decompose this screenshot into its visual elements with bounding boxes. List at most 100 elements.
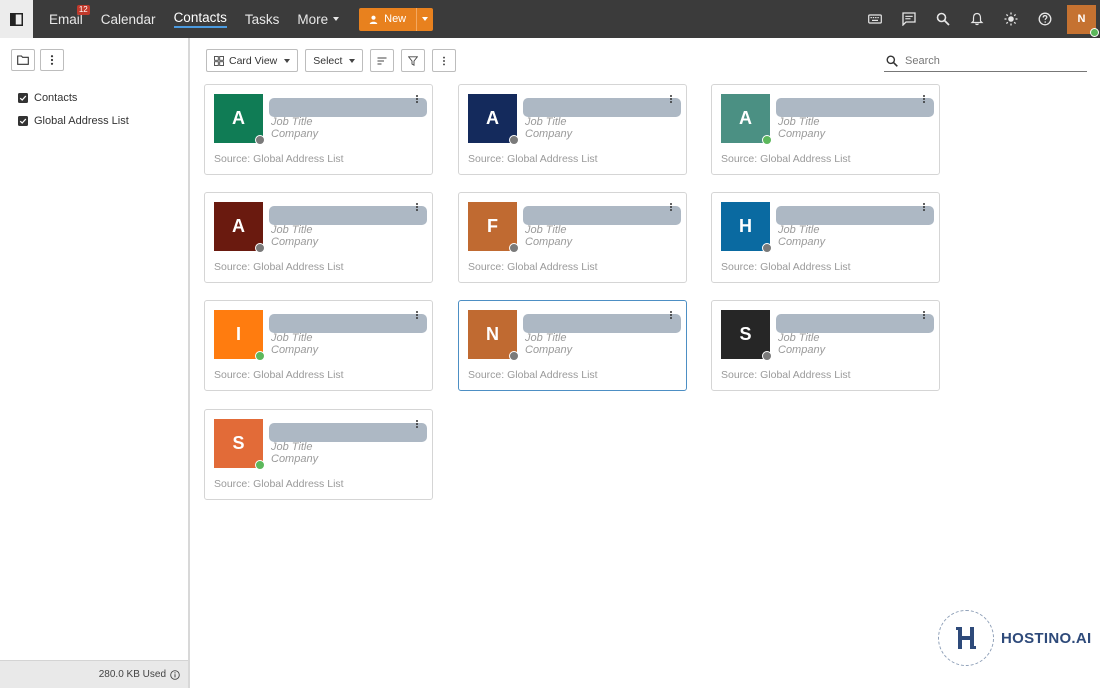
contact-avatar: A	[214, 94, 265, 145]
contact-card[interactable]: F Job Title Company Source: Global Address …	[458, 192, 687, 283]
nav-contacts[interactable]: Contacts	[173, 0, 227, 38]
quota-label: 280.0 KB Used	[98, 669, 166, 680]
contact-company: Company	[525, 344, 573, 356]
folder-contacts-checkbox[interactable]	[18, 92, 28, 103]
contact-avatar: H	[721, 202, 772, 253]
folder-options-button[interactable]	[40, 49, 64, 71]
contact-job-title: Job Title	[778, 224, 820, 236]
more-vertical-icon	[50, 55, 54, 65]
folder-global-address-list[interactable]: Global Address List	[0, 109, 188, 132]
new-dropdown-button[interactable]	[416, 7, 434, 31]
view-mode-dropdown[interactable]: Card View	[206, 49, 299, 72]
new-contact-button[interactable]: New	[359, 7, 417, 31]
person-icon	[369, 15, 378, 24]
folder-contacts[interactable]: Contacts	[0, 86, 188, 109]
sort-button[interactable]	[370, 49, 395, 72]
contact-avatar: F	[468, 202, 519, 253]
contact-company: Company	[778, 128, 826, 140]
chevron-down-icon	[422, 17, 429, 21]
contact-initial: S	[232, 433, 245, 453]
presence-indicator	[255, 351, 265, 361]
sidebar-toggle-button[interactable]	[0, 0, 33, 38]
more-actions-button[interactable]	[432, 49, 457, 72]
contact-initial: A	[232, 216, 245, 236]
contact-card[interactable]: A Job Title Company Source: Global Address …	[204, 192, 433, 283]
nav-tasks[interactable]: Tasks	[245, 0, 280, 38]
contact-card[interactable]: S Job Title Company Source: Global Address …	[711, 300, 940, 391]
contact-card[interactable]: N Job Title Company Source: Global Address …	[458, 300, 687, 391]
card-menu-button[interactable]	[415, 203, 418, 212]
contact-card[interactable]: A Job Title Company Source: Global Address …	[711, 84, 940, 175]
chat-button[interactable]	[892, 0, 926, 38]
contact-name-redacted	[523, 314, 681, 333]
contact-card[interactable]: H Job Title Company Source: Global Address …	[711, 192, 940, 283]
contact-card[interactable]: A Job Title Company Source: Global Address …	[204, 84, 433, 175]
help-button[interactable]	[1028, 0, 1062, 38]
card-menu-button[interactable]	[922, 95, 925, 104]
notifications-button[interactable]	[960, 0, 994, 38]
contact-avatar: S	[214, 419, 265, 470]
logo-text: HOSTINO.AI	[1001, 629, 1092, 647]
contact-card[interactable]: A Job Title Company Source: Global Address …	[458, 84, 687, 175]
nav-email[interactable]: Email 12	[49, 0, 90, 38]
logo-mark	[938, 610, 994, 666]
presence-indicator	[762, 351, 772, 361]
nav-contacts-label: Contacts	[173, 10, 227, 28]
contact-card[interactable]: I Job Title Company Source: Global Address …	[204, 300, 433, 391]
contact-job-title: Job Title	[271, 332, 313, 344]
user-avatar-button[interactable]: N	[1067, 4, 1099, 37]
nav-more-label: More	[297, 11, 329, 27]
filter-icon	[408, 55, 419, 66]
contact-company: Company	[271, 236, 319, 248]
contacts-toolbar: Card View Select	[206, 49, 463, 72]
theme-toggle-button[interactable]	[994, 0, 1028, 38]
contact-avatar: A	[468, 94, 519, 145]
card-menu-button[interactable]	[922, 311, 925, 320]
card-menu-button[interactable]	[415, 311, 418, 320]
contact-company: Company	[525, 128, 573, 140]
card-menu-button[interactable]	[922, 203, 925, 212]
nav-calendar[interactable]: Calendar	[101, 0, 156, 38]
presence-indicator	[509, 135, 519, 145]
contact-job-title: Job Title	[778, 116, 820, 128]
card-menu-button[interactable]	[669, 95, 672, 104]
bell-icon	[970, 12, 984, 26]
chat-icon	[902, 12, 916, 26]
contact-company: Company	[271, 344, 319, 356]
contact-job-title: Job Title	[271, 441, 313, 453]
contact-card[interactable]: S Job Title Company Source: Global Address …	[204, 409, 433, 500]
select-dropdown[interactable]: Select	[305, 49, 364, 72]
contact-name-redacted	[523, 206, 681, 225]
presence-indicator	[255, 135, 265, 145]
card-menu-button[interactable]	[415, 420, 418, 429]
top-bar: Email 12 Calendar Contacts Tasks More Ne…	[0, 0, 1100, 38]
folder-contacts-label: Contacts	[34, 91, 78, 104]
card-menu-button[interactable]	[669, 311, 672, 320]
contact-avatar: S	[721, 310, 772, 361]
folder-list: Contacts Global Address List	[0, 86, 188, 132]
contact-name-redacted	[269, 98, 427, 117]
hostino-logo: HOSTINO.AI	[938, 610, 1092, 666]
sun-icon	[1004, 12, 1018, 26]
filter-button[interactable]	[401, 49, 426, 72]
contact-job-title: Job Title	[778, 332, 820, 344]
card-menu-button[interactable]	[415, 95, 418, 104]
view-mode-label: Card View	[229, 54, 278, 67]
chevron-down-icon	[333, 17, 340, 21]
unread-badge: 12	[76, 5, 90, 15]
presence-indicator	[762, 135, 772, 145]
global-search-button[interactable]	[926, 0, 960, 38]
card-menu-button[interactable]	[669, 203, 672, 212]
presence-indicator	[255, 460, 265, 470]
nav-more[interactable]: More	[297, 0, 340, 38]
keyboard-shortcuts-button[interactable]	[858, 0, 892, 38]
logo-h-icon	[956, 627, 976, 649]
search-input[interactable]	[905, 54, 1085, 67]
info-icon[interactable]	[170, 669, 180, 680]
contact-name-redacted	[269, 314, 427, 333]
new-folder-button[interactable]	[11, 49, 35, 71]
folder-gal-checkbox[interactable]	[18, 115, 28, 126]
contact-company: Company	[271, 128, 319, 140]
new-button-group: New	[359, 7, 434, 31]
contact-avatar: A	[214, 202, 265, 253]
